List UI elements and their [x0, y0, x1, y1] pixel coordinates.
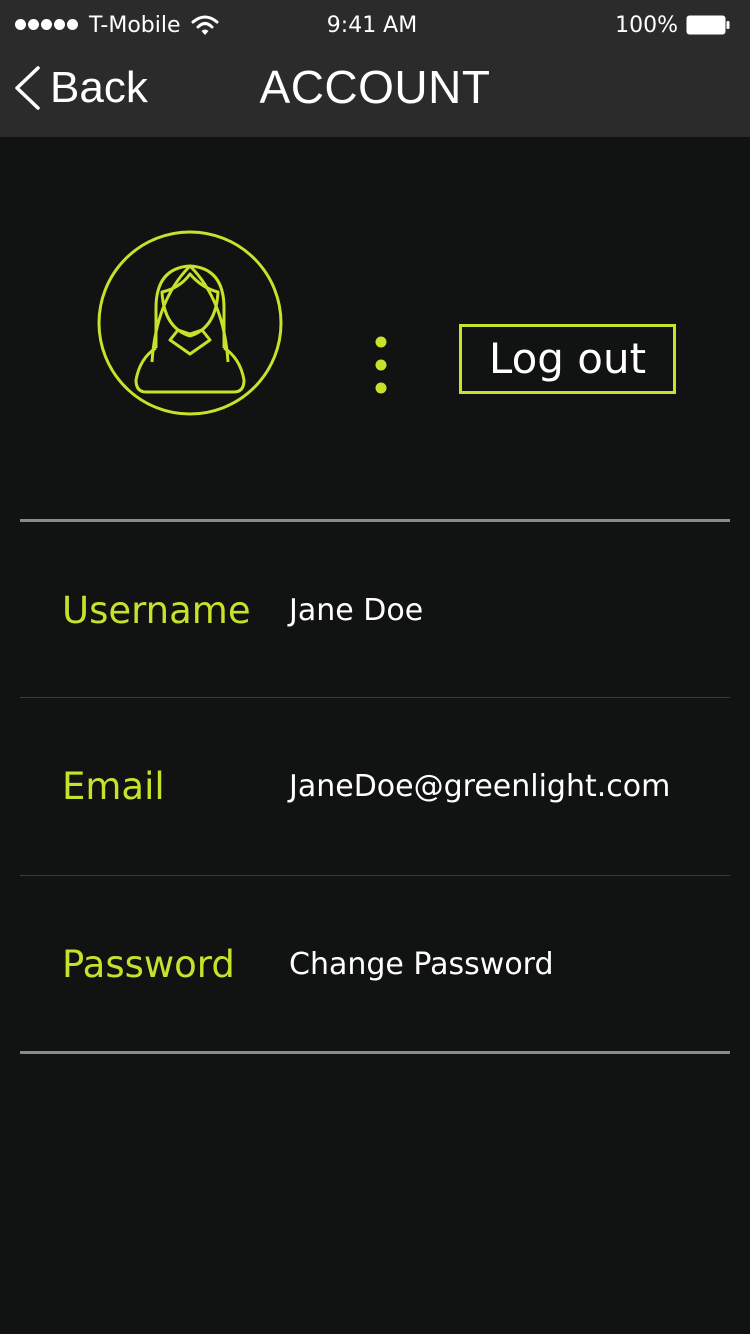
user-profile-icon[interactable] — [96, 230, 284, 418]
email-row: Email JaneDoe@greenlight.com — [0, 698, 750, 874]
username-row: Username Jane Doe — [0, 522, 750, 698]
navigation-bar: Back ACCOUNT — [0, 52, 750, 137]
username-label: Username — [62, 588, 251, 632]
logout-button[interactable]: Log out — [459, 324, 676, 394]
divider-bottom — [20, 1051, 730, 1054]
email-label: Email — [62, 764, 165, 808]
password-label: Password — [62, 942, 235, 986]
email-value: JaneDoe@greenlight.com — [289, 768, 671, 804]
battery-icon — [686, 15, 730, 35]
battery-percent: 100% — [615, 13, 678, 38]
page-title: ACCOUNT — [259, 61, 491, 113]
more-vertical-icon[interactable] — [366, 332, 396, 398]
password-row: Password Change Password — [0, 876, 750, 1052]
username-value: Jane Doe — [289, 592, 424, 628]
top-bar: T-Mobile 9:41 AM 100% Back ACCOUNT — [0, 0, 750, 137]
status-bar: T-Mobile 9:41 AM 100% — [0, 0, 750, 52]
change-password-link[interactable]: Change Password — [289, 876, 554, 1052]
